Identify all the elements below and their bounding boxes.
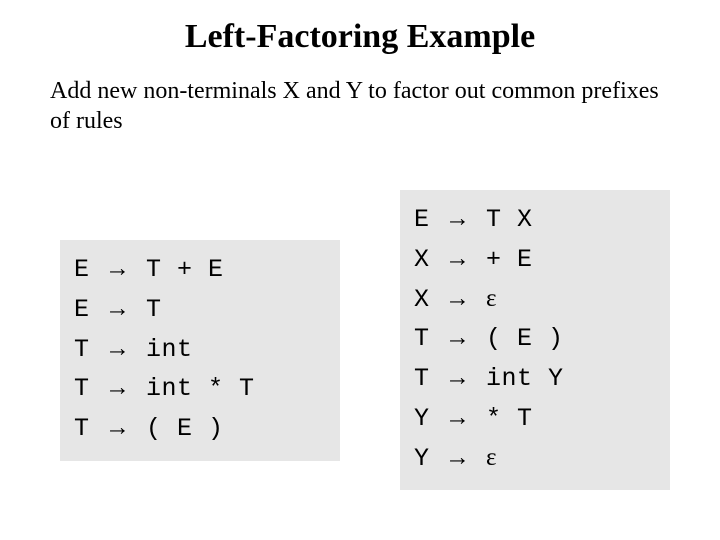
grammar-rule: X → + E — [414, 240, 656, 280]
rule-lhs: Y — [414, 404, 430, 433]
rule-lhs: T — [74, 374, 90, 403]
rule-rhs: ( E ) — [486, 324, 564, 353]
rule-rhs: int — [146, 335, 193, 364]
rule-arrow: → — [445, 205, 471, 232]
rule-arrow: → — [445, 364, 471, 391]
slide-title: Left-Factoring Example — [0, 0, 720, 56]
rule-arrow: → — [105, 255, 131, 282]
rule-arrow: → — [445, 444, 471, 471]
rule-rhs: int Y — [486, 364, 564, 393]
factored-grammar-box: E → T X X → + E X → ε T → ( E ) T → int … — [400, 190, 670, 490]
rule-rhs: * T — [486, 404, 533, 433]
rule-rhs: T — [146, 295, 162, 324]
grammar-rule: Y → * T — [414, 399, 656, 439]
rule-rhs: ( E ) — [146, 414, 224, 443]
rule-lhs: T — [414, 364, 430, 393]
rule-lhs: T — [74, 335, 90, 364]
slide: Left-Factoring Example Add new non-termi… — [0, 0, 720, 540]
rule-lhs: E — [74, 255, 90, 284]
original-grammar-box: E → T + E E → T T → int T → int * T T → … — [60, 240, 340, 461]
grammar-rule: E → T X — [414, 200, 656, 240]
rule-arrow: → — [445, 245, 471, 272]
rule-arrow: → — [105, 335, 131, 362]
rule-arrow: → — [105, 374, 131, 401]
grammar-rule: T → int — [74, 330, 326, 370]
slide-subtitle: Add new non-terminals X and Y to factor … — [0, 56, 720, 136]
grammar-rule: T → int * T — [74, 369, 326, 409]
rule-lhs: Y — [414, 444, 430, 473]
rule-rhs: ε — [486, 444, 497, 471]
rule-rhs: T + E — [146, 255, 224, 284]
rule-arrow: → — [105, 295, 131, 322]
rule-rhs: ε — [486, 285, 497, 312]
rule-rhs: int * T — [146, 374, 255, 403]
grammar-rule: E → T + E — [74, 250, 326, 290]
rule-lhs: T — [74, 414, 90, 443]
grammar-rule: T → ( E ) — [414, 319, 656, 359]
rule-arrow: → — [445, 324, 471, 351]
rule-lhs: T — [414, 324, 430, 353]
grammar-rule: T → ( E ) — [74, 409, 326, 449]
rule-rhs: + E — [486, 245, 533, 274]
rule-lhs: E — [74, 295, 90, 324]
rule-lhs: X — [414, 245, 430, 274]
grammar-rule: E → T — [74, 290, 326, 330]
grammar-rule: X → ε — [414, 280, 656, 320]
rule-lhs: E — [414, 205, 430, 234]
rule-arrow: → — [445, 404, 471, 431]
rule-lhs: X — [414, 285, 430, 314]
grammar-rule: T → int Y — [414, 359, 656, 399]
rule-arrow: → — [105, 414, 131, 441]
rule-rhs: T X — [486, 205, 533, 234]
grammar-rule: Y → ε — [414, 439, 656, 479]
rule-arrow: → — [445, 285, 471, 312]
